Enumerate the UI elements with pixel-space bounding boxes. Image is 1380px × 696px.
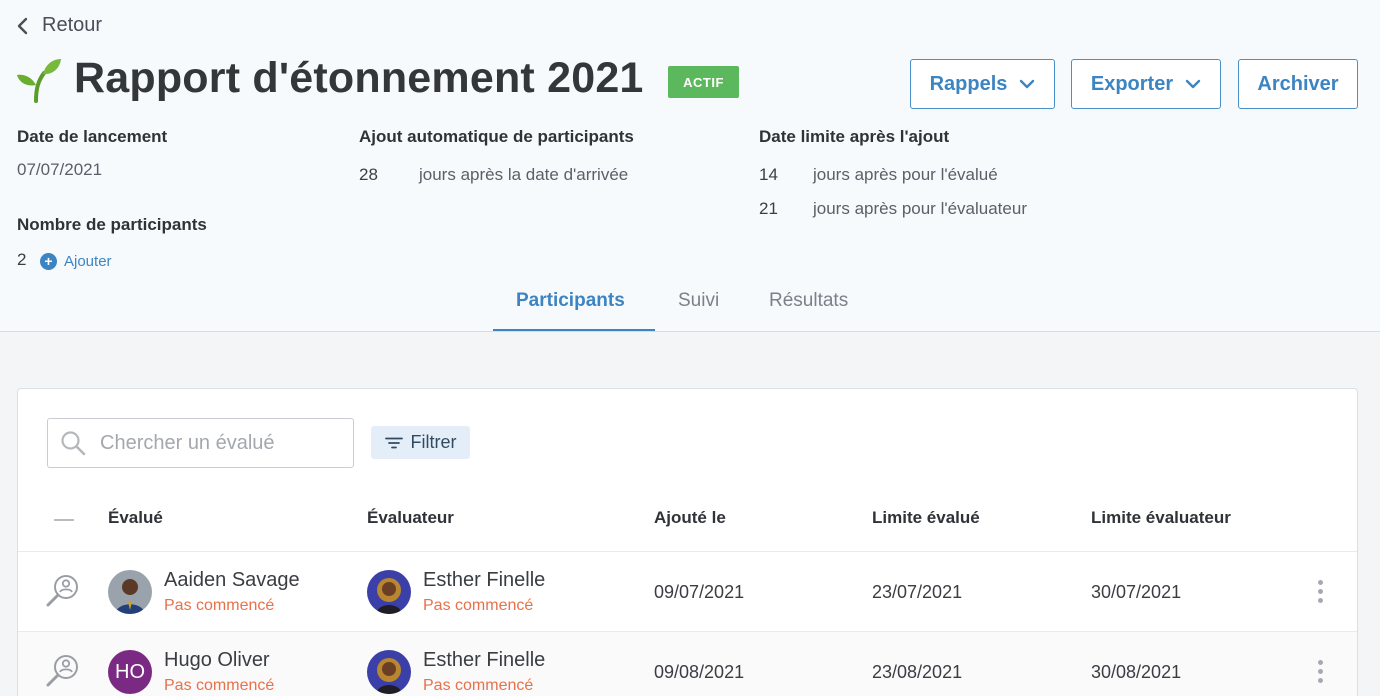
page-title: Rapport d'étonnement 2021 xyxy=(74,54,644,102)
avatar-initials: HO xyxy=(108,650,152,694)
auto-add-text: jours après la date d'arrivée xyxy=(419,165,629,184)
export-button[interactable]: Exporter xyxy=(1071,59,1221,109)
back-label: Retour xyxy=(42,14,103,36)
search-box xyxy=(47,418,354,468)
auto-add-label: Ajout automatique de participants xyxy=(359,127,634,146)
deadline-evaluee-days: 14 xyxy=(759,165,778,184)
evaluee-name[interactable]: Hugo Oliver xyxy=(164,649,270,672)
archive-button[interactable]: Archiver xyxy=(1238,59,1358,109)
filter-icon xyxy=(384,437,403,448)
reminders-button[interactable]: Rappels xyxy=(910,59,1055,109)
evaluee-name[interactable]: Aaiden Savage xyxy=(164,569,300,592)
added-date: 09/08/2021 xyxy=(654,662,745,682)
auto-add-days: 28 xyxy=(359,165,378,184)
header-deadline-evaluator[interactable]: Limite évaluateur xyxy=(1091,508,1231,528)
avatar xyxy=(367,650,411,694)
reminders-label: Rappels xyxy=(929,72,1008,95)
deadline-evaluee-text: jours après pour l'évalué xyxy=(813,165,998,184)
more-vertical-icon[interactable] xyxy=(1315,580,1325,606)
deadline-evaluator-date: 30/07/2021 xyxy=(1091,582,1182,602)
deadline-evaluator-date: 30/08/2021 xyxy=(1091,662,1182,682)
evaluator-status: Pas commencé xyxy=(423,597,534,614)
participants-card: Filtrer Évalué Évaluateur Ajouté le Limi… xyxy=(17,388,1358,696)
user-search-icon[interactable] xyxy=(44,571,84,611)
tab-resultats[interactable]: Résultats xyxy=(769,290,848,312)
status-badge: ACTIF xyxy=(668,66,739,98)
evaluee-status: Pas commencé xyxy=(164,677,275,694)
deadline-evaluator-text: jours après pour l'évaluateur xyxy=(813,199,1027,218)
select-all-toggle[interactable] xyxy=(54,519,74,521)
avatar xyxy=(367,570,411,614)
header-deadline-evaluee[interactable]: Limite évalué xyxy=(872,508,980,528)
launch-date-label: Date de lancement xyxy=(17,127,168,146)
tab-suivi[interactable]: Suivi xyxy=(678,290,719,312)
header-added[interactable]: Ajouté le xyxy=(654,508,726,528)
filter-button[interactable]: Filtrer xyxy=(371,426,470,459)
deadline-evaluee-date: 23/07/2021 xyxy=(872,582,963,602)
header-evaluator[interactable]: Évaluateur xyxy=(367,508,454,528)
header-evaluee[interactable]: Évalué xyxy=(108,508,163,528)
evaluator-status: Pas commencé xyxy=(423,677,534,694)
campaign-header: Retour Rapport d'étonnement 2021 ACTIF R… xyxy=(0,0,1380,332)
table-row[interactable]: Aaiden Savage Pas commencé Esther Finell… xyxy=(18,551,1357,631)
avatar xyxy=(108,570,152,614)
search-icon xyxy=(61,431,86,456)
filter-label: Filtrer xyxy=(410,432,457,452)
participants-count-label: Nombre de participants xyxy=(17,215,207,234)
evaluator-name[interactable]: Esther Finelle xyxy=(423,649,545,672)
evaluator-name[interactable]: Esther Finelle xyxy=(423,569,545,592)
sprout-icon xyxy=(17,58,61,103)
active-tab-indicator xyxy=(493,329,655,331)
chevron-down-icon xyxy=(1185,79,1201,89)
more-vertical-icon[interactable] xyxy=(1315,660,1325,686)
plus-circle-icon: + xyxy=(40,253,57,270)
tab-participants[interactable]: Participants xyxy=(516,290,625,312)
user-search-icon[interactable] xyxy=(44,651,84,691)
chevron-left-icon xyxy=(17,17,28,34)
archive-label: Archiver xyxy=(1257,72,1339,95)
deadline-evaluee-date: 23/08/2021 xyxy=(872,662,963,682)
evaluee-status: Pas commencé xyxy=(164,597,275,614)
export-label: Exporter xyxy=(1090,72,1174,95)
back-link[interactable]: Retour xyxy=(16,14,102,37)
participants-count-value: 2 xyxy=(17,250,27,269)
added-date: 09/07/2021 xyxy=(654,582,745,602)
deadline-label: Date limite après l'ajout xyxy=(759,127,950,146)
title-row: Rapport d'étonnement 2021 xyxy=(16,54,644,103)
add-participant-label: Ajouter xyxy=(64,253,112,270)
deadline-evaluator-days: 21 xyxy=(759,199,778,218)
launch-date-value: 07/07/2021 xyxy=(17,160,103,179)
search-input[interactable] xyxy=(100,431,320,455)
chevron-down-icon xyxy=(1020,79,1035,89)
add-participant-button[interactable]: + Ajouter xyxy=(40,253,112,270)
table-row[interactable]: HO Hugo Oliver Pas commencé Esther Finel… xyxy=(18,631,1357,696)
